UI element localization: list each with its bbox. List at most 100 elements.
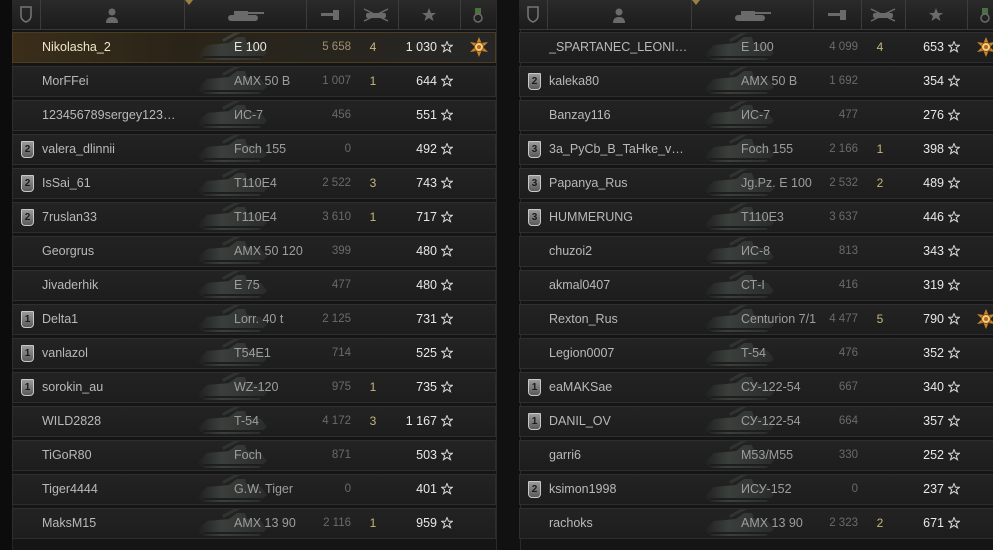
rating-value: 354 — [923, 74, 944, 88]
star-icon — [947, 244, 961, 257]
rating-value: 644 — [416, 74, 437, 88]
star-icon — [929, 8, 943, 21]
tank-name: Jg.Pz. E 100 — [741, 176, 812, 190]
tank-name: T110E3 — [741, 210, 784, 224]
rank-shield-icon — [20, 6, 32, 23]
star-icon — [947, 142, 961, 155]
player-row[interactable]: 1 eaMAKSae СУ-122-54 667 340 — [519, 361, 993, 403]
rating-star-icon — [947, 278, 961, 291]
player-name: Tiger4444 — [42, 482, 98, 496]
star-icon — [947, 346, 961, 359]
player-row[interactable]: Nikolasha_2 E 100 5 658 4 1 030 — [12, 21, 496, 63]
rating-value: 489 — [923, 176, 944, 190]
header-rank-column[interactable] — [519, 0, 548, 29]
header-frags-column[interactable] — [306, 0, 355, 29]
header-rating-column[interactable] — [905, 0, 968, 29]
medal-icon[interactable] — [468, 36, 490, 58]
player-row[interactable]: 2 kaleka80 AMX 50 B 1 692 354 — [519, 55, 993, 97]
damage-value: 4 099 — [829, 41, 858, 53]
player-row[interactable]: Georgrus AMX 50 120 399 480 — [12, 225, 496, 267]
header-medal-column[interactable] — [460, 0, 496, 29]
rating-star-icon — [947, 516, 961, 529]
medal-icon[interactable] — [975, 308, 993, 330]
player-row[interactable]: 1 DANIL_OV СУ-122-54 664 357 — [519, 395, 993, 437]
rank-badge-icon: 3 — [528, 141, 541, 158]
kills-value — [363, 101, 383, 130]
rating-value: 503 — [416, 448, 437, 462]
kills-value — [363, 271, 383, 300]
player-row[interactable]: 2 valera_dlinnii Foch 155 0 492 — [12, 123, 496, 165]
tank-name: T54E1 — [234, 346, 271, 360]
player-name: IsSai_61 — [42, 176, 91, 190]
header-player-column[interactable] — [40, 0, 185, 29]
star-icon — [440, 176, 454, 189]
player-row[interactable]: 3 HUMMERUNG T110E3 3 637 446 — [519, 191, 993, 233]
rating-value: 717 — [416, 210, 437, 224]
star-icon — [440, 516, 454, 529]
player-row[interactable]: WILD2828 T-54 4 172 3 1 167 — [12, 395, 496, 437]
player-row[interactable]: Banzay116 ИС-7 477 276 — [519, 89, 993, 131]
header-frags-column[interactable] — [813, 0, 862, 29]
header-medal-column[interactable] — [967, 0, 993, 29]
player-row[interactable]: chuzoi2 ИС-8 813 343 — [519, 225, 993, 267]
player-row[interactable]: garri6 M53/M55 330 252 — [519, 429, 993, 471]
star-icon — [440, 108, 454, 121]
player-row[interactable]: Tiger4444 G.W. Tiger 0 401 — [12, 463, 496, 505]
header-kills-column[interactable] — [861, 0, 906, 29]
rating-star-icon — [947, 482, 961, 495]
player-row[interactable]: TiGoR80 Foch 871 503 — [12, 429, 496, 471]
player-name: WILD2828 — [42, 414, 102, 428]
player-name: TiGoR80 — [42, 448, 92, 462]
player-row[interactable]: Rexton_Rus Centurion 7/1 4 477 5 790 — [519, 293, 993, 335]
player-row[interactable]: MorFFei AMX 50 B 1 007 1 644 — [12, 55, 496, 97]
medal-icon[interactable] — [975, 36, 993, 58]
rating-star-icon — [440, 516, 454, 529]
player-row[interactable]: 1 Delta1 Lorr. 40 t 2 125 731 — [12, 293, 496, 335]
rating-star-icon — [440, 108, 454, 121]
header-kills-column[interactable] — [354, 0, 399, 29]
rank-badge-icon: 3 — [528, 175, 541, 192]
damage-value: 3 637 — [829, 211, 858, 223]
left-team-panel: Nikolasha_2 E 100 5 658 4 1 030 MorFFei AMX 50… — [12, 0, 496, 550]
player-name: chuzoi2 — [549, 244, 593, 258]
tank-name: СТ-I — [741, 278, 765, 292]
player-row[interactable]: _SPARTANEC_LEONID_ E 100 4 099 4 653 — [519, 21, 993, 63]
damage-value: 456 — [331, 109, 351, 121]
header-rating-column[interactable] — [398, 0, 461, 29]
header-tank-column[interactable] — [691, 0, 814, 29]
player-name: vanlazol — [42, 346, 88, 360]
rating-value: 790 — [923, 312, 944, 326]
tank-name: T-54 — [741, 346, 767, 360]
player-row[interactable]: rachoks AMX 13 90 2 323 2 671 — [519, 497, 993, 539]
player-row[interactable]: Legion0007 T-54 476 352 — [519, 327, 993, 369]
rating-value: 551 — [416, 108, 437, 122]
player-row[interactable]: 3 3a_PyCb_B_TaHke_v3o... Foch 155 2 166 1 398 — [519, 123, 993, 165]
right-team-rows: _SPARTANEC_LEONID_ E 100 4 099 4 653 2 kaleka8… — [519, 21, 993, 542]
player-row[interactable]: akmal0407 СТ-I 416 319 — [519, 259, 993, 301]
rating-star-icon — [947, 108, 961, 121]
player-row[interactable]: 2 ksimon1998 ИСУ-152 0 237 — [519, 463, 993, 505]
player-row[interactable]: 3 Papanya_Rus Jg.Pz. E 100 2 532 2 489 — [519, 157, 993, 199]
player-row[interactable]: 2 IsSai_61 T110E4 2 522 3 743 — [12, 157, 496, 199]
damage-value: 664 — [838, 415, 858, 427]
player-row[interactable]: 1 vanlazol T54E1 714 525 — [12, 327, 496, 369]
header-player-column[interactable] — [547, 0, 692, 29]
player-row[interactable]: 2 7ruslan33 T110E4 3 610 1 717 — [12, 191, 496, 233]
player-row[interactable]: Jivaderhik E 75 477 480 — [12, 259, 496, 301]
player-name: 123456789sergey12345... — [42, 108, 182, 122]
damage-value: 330 — [838, 449, 858, 461]
header-tank-column[interactable] — [184, 0, 307, 29]
medal-icon — [977, 309, 993, 329]
star-icon — [947, 210, 961, 223]
rank-badge-icon: 2 — [21, 175, 34, 192]
rank-badge-icon: 1 — [528, 413, 541, 430]
kills-value — [870, 339, 890, 368]
player-row[interactable]: MaksM15 AMX 13 90 2 116 1 959 — [12, 497, 496, 539]
tank-name: Lorr. 40 t — [234, 312, 284, 326]
player-row[interactable]: 1 sorokin_au WZ-120 975 1 735 — [12, 361, 496, 403]
header-rank-column[interactable] — [12, 0, 41, 29]
kills-value: 1 — [369, 210, 377, 224]
player-row[interactable]: 123456789sergey12345... ИС-7 456 551 — [12, 89, 496, 131]
rating-value: 492 — [416, 142, 437, 156]
tank-name: AMX 13 90 — [741, 516, 803, 530]
